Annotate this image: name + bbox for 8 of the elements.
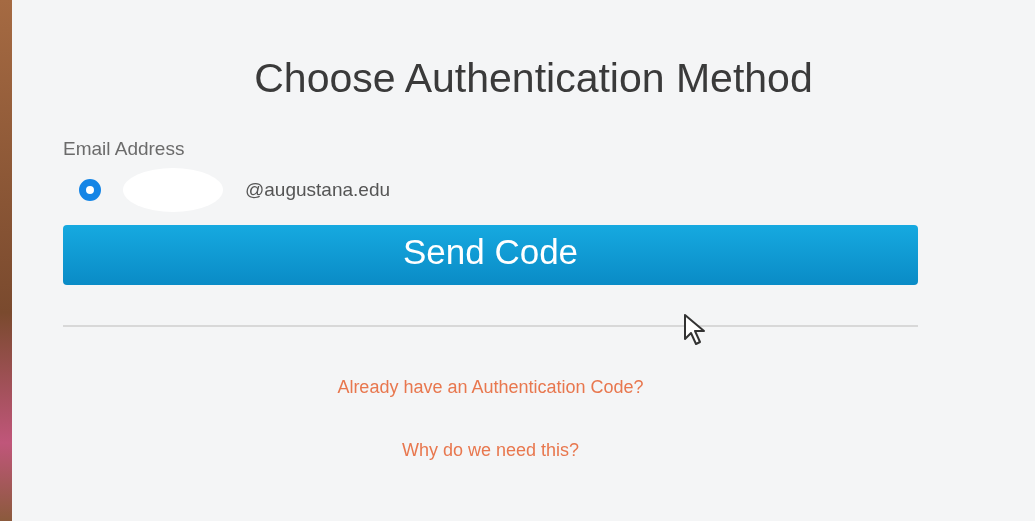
help-link[interactable]: Already have an Authentication Code? xyxy=(337,377,644,398)
email-option[interactable]: @augustana.edu xyxy=(245,179,390,201)
send-code-button[interactable]: Send Code xyxy=(63,225,918,285)
radio-button[interactable] xyxy=(79,179,101,201)
dialog-title: Choose Authentication Method xyxy=(254,58,813,99)
help-link[interactable]: Why do we need this? xyxy=(401,440,580,461)
cursor-icon xyxy=(683,313,707,347)
field-label: Email Address xyxy=(63,138,186,160)
